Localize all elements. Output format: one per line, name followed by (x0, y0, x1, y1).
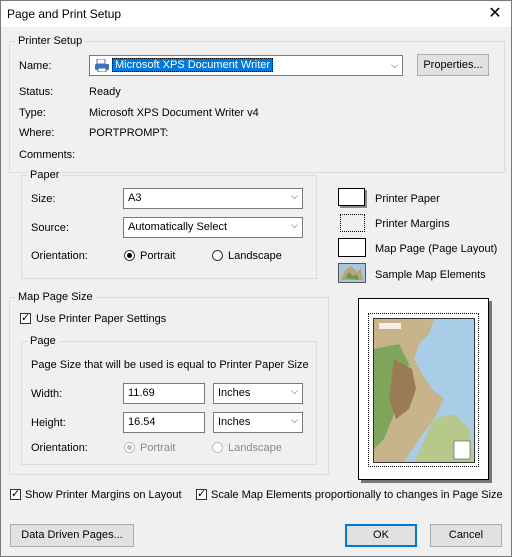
page-print-setup-dialog: Page and Print Setup ✕ Printer Setup Nam… (0, 0, 512, 557)
paper-landscape-radio[interactable] (212, 250, 223, 261)
map-page-swatch (338, 238, 366, 257)
paper-landscape-label[interactable]: Landscape (228, 250, 282, 262)
paper-orientation-label: Orientation: (31, 250, 88, 262)
sample-map-elements-legend-label: Sample Map Elements (375, 269, 486, 281)
use-printer-paper-label[interactable]: Use Printer Paper Settings (36, 313, 166, 325)
type-label: Type: (19, 107, 46, 119)
paper-source-value: Automatically Select (128, 221, 228, 233)
printer-name-value: Microsoft XPS Document Writer (112, 58, 274, 72)
printer-margins-swatch (340, 214, 365, 232)
size-label: Size: (31, 193, 56, 205)
data-driven-pages-button[interactable]: Data Driven Pages... (10, 524, 134, 547)
printer-name-select[interactable]: Microsoft XPS Document Writer ⌵ (89, 55, 403, 76)
paper-source-select[interactable]: Automatically Select ⌵ (123, 217, 303, 238)
paper-size-value: A3 (128, 192, 142, 204)
width-input[interactable]: 11.69 (123, 383, 205, 404)
title-bar: Page and Print Setup ✕ (1, 1, 511, 27)
chevron-down-icon: ⌵ (291, 191, 298, 201)
page-landscape-radio[interactable] (212, 442, 223, 453)
properties-button[interactable]: Properties... (417, 54, 489, 76)
paper-portrait-label[interactable]: Portrait (140, 250, 175, 262)
height-input[interactable]: 16.54 (123, 412, 205, 433)
status-value: Ready (89, 86, 121, 98)
where-value: PORTPROMPT: (89, 127, 169, 139)
cancel-button[interactable]: Cancel (430, 524, 502, 547)
chevron-down-icon: ⌵ (291, 220, 298, 230)
page-portrait-label[interactable]: Portrait (140, 442, 175, 454)
name-label: Name: (19, 60, 52, 72)
printer-paper-swatch (338, 188, 365, 206)
sample-map-elements-swatch (338, 263, 366, 283)
page-size-info: Page Size that will be used is equal to … (31, 359, 309, 371)
width-unit-value: Inches (218, 387, 251, 399)
paper-size-select[interactable]: A3 ⌵ (123, 188, 303, 209)
source-label: Source: (31, 222, 69, 234)
height-unit-select[interactable]: Inches ⌵ (213, 412, 303, 433)
where-label: Where: (19, 127, 55, 139)
height-label: Height: (31, 417, 66, 429)
status-label: Status: (19, 86, 54, 98)
scale-elements-label[interactable]: Scale Map Elements proportionally to cha… (211, 489, 503, 501)
map-page-size-legend: Map Page Size (15, 291, 96, 303)
page-portrait-radio[interactable] (124, 442, 135, 453)
paper-legend: Paper (27, 169, 63, 181)
chevron-down-icon: ⌵ (291, 386, 298, 396)
height-value: 16.54 (128, 416, 156, 428)
show-margins-label[interactable]: Show Printer Margins on Layout (25, 489, 182, 501)
page-legend: Page (27, 335, 59, 347)
map-page-legend-label: Map Page (Page Layout) (375, 243, 498, 255)
window-title: Page and Print Setup (7, 7, 122, 21)
width-label: Width: (31, 388, 63, 400)
chevron-down-icon: ⌵ (391, 60, 398, 70)
scale-elements-checkbox[interactable] (196, 487, 207, 500)
height-unit-value: Inches (218, 416, 251, 428)
printer-icon (95, 58, 109, 73)
preview-map (373, 318, 475, 463)
page-orientation-label: Orientation: (31, 442, 88, 454)
type-value: Microsoft XPS Document Writer v4 (89, 107, 259, 119)
page-preview (358, 298, 489, 480)
ok-button[interactable]: OK (345, 524, 417, 547)
printer-margins-legend-label: Printer Margins (375, 218, 450, 230)
comments-label: Comments: (19, 149, 76, 161)
show-margins-checkbox[interactable] (10, 487, 21, 500)
width-unit-select[interactable]: Inches ⌵ (213, 383, 303, 404)
use-printer-paper-checkbox[interactable] (20, 311, 31, 324)
page-landscape-label[interactable]: Landscape (228, 442, 282, 454)
paper-portrait-radio[interactable] (124, 250, 135, 261)
chevron-down-icon: ⌵ (291, 415, 298, 425)
close-icon[interactable]: ✕ (483, 3, 507, 25)
printer-setup-legend: Printer Setup (15, 35, 86, 47)
width-value: 11.69 (128, 387, 155, 399)
printer-paper-legend-label: Printer Paper (375, 193, 440, 205)
